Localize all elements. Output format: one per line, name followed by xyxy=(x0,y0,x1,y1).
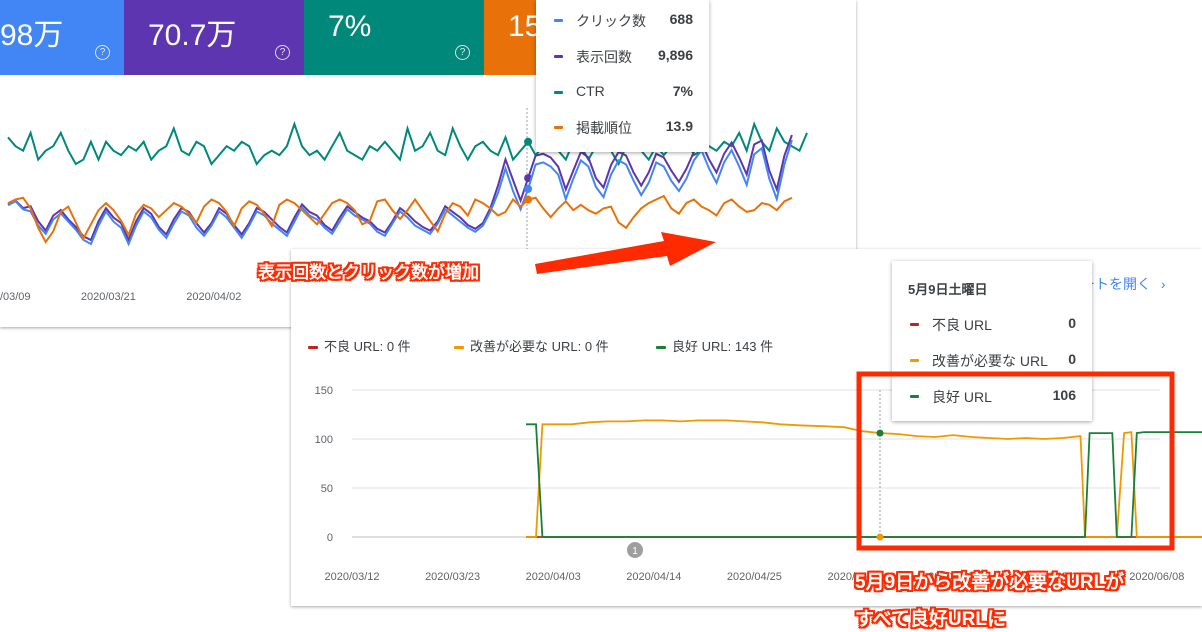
series-swatch xyxy=(910,359,919,362)
y-tick-label: 50 xyxy=(321,483,333,495)
hover-point xyxy=(876,429,884,437)
x-tick-label: 2020/03/23 xyxy=(425,571,480,583)
annotation-text-bottom-line1: 5月9日から改善が必要なURLが xyxy=(855,572,1125,593)
tooltip-date: 5月9日土曜日 xyxy=(908,282,988,297)
tooltip-value: 106 xyxy=(1052,387,1076,403)
x-tick-label: 2020/04/25 xyxy=(727,571,782,583)
url-status-tooltip: 5月9日土曜日 不良 URL 0 改善が必要な URL 0 良好 URL 106 xyxy=(892,261,1092,421)
tooltip-label: 不良 URL xyxy=(932,317,992,333)
tooltip-row-needs-improvement: 改善が必要な URL 0 xyxy=(892,350,1092,370)
tooltip-label: 良好 URL xyxy=(932,389,992,405)
annotation-text-bottom-line2: すべて良好URLに xyxy=(855,609,1006,630)
y-tick-label: 100 xyxy=(315,434,333,446)
hover-point xyxy=(876,533,884,541)
x-tick-label: 2020/04/03 xyxy=(526,571,581,583)
tooltip-value: 0 xyxy=(1068,315,1076,331)
x-tick-label: 2020/06/08 xyxy=(1129,571,1184,583)
series-swatch xyxy=(910,323,919,326)
series-swatch xyxy=(910,395,919,398)
tooltip-row-good: 良好 URL 106 xyxy=(892,386,1092,406)
annotation-marker-number: 1 xyxy=(632,546,638,557)
series-line-良好 URL xyxy=(526,423,1202,538)
annotation-text-top: 表示回数とクリック数が増加 xyxy=(258,263,479,282)
tooltip-row-poor: 不良 URL 0 xyxy=(892,314,1092,334)
y-tick-label: 0 xyxy=(327,532,333,544)
tooltip-label: 改善が必要な URL xyxy=(932,353,1048,369)
x-tick-label: 2020/04/14 xyxy=(626,571,681,583)
tooltip-value: 0 xyxy=(1068,351,1076,367)
y-tick-label: 150 xyxy=(315,385,333,397)
x-tick-label: 2020/03/12 xyxy=(324,571,379,583)
series-line-改善が必要な URL xyxy=(526,419,1202,538)
